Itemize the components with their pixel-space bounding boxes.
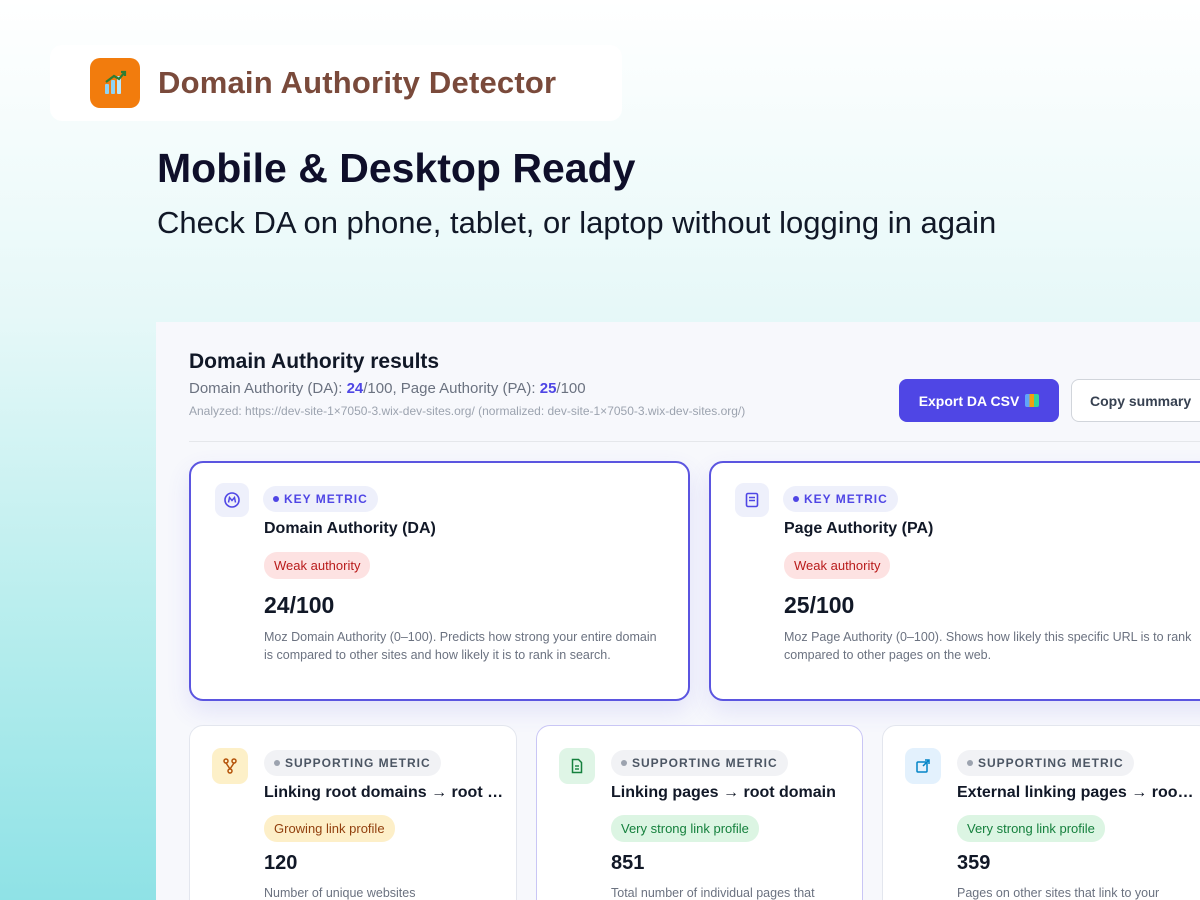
metric-description: Total number of individual pages that — [611, 886, 815, 900]
document-icon — [559, 748, 595, 784]
summary-pa-label: /100, Page Authority (PA): — [363, 380, 540, 397]
copy-summary-label: Copy summary — [1090, 392, 1192, 409]
export-csv-button[interactable]: Export DA CSV — [899, 379, 1059, 422]
metric-value: 851 — [611, 852, 645, 874]
metric-description: Moz Page Authority (0–100). Shows how li… — [784, 630, 1192, 662]
key-metric-tag-label: KEY METRIC — [284, 492, 368, 506]
hero-headline: Mobile & Desktop Ready — [157, 145, 636, 191]
summary-suffix: /100 — [556, 380, 586, 397]
results-summary: Domain Authority (DA): 24/100, Page Auth… — [189, 380, 586, 397]
key-card-title: Domain Authority (DA) — [264, 520, 436, 537]
supporting-metric-tag: SUPPORTING METRIC — [264, 750, 441, 776]
page-icon — [735, 483, 769, 517]
key-card-pa: KEY METRIC Page Authority (PA) Weak auth… — [709, 461, 1200, 701]
metric-description: Number of unique websites — [264, 886, 416, 900]
metric-value: 359 — [957, 852, 991, 874]
analyzed-url: Analyzed: https://dev-site-1×7050-3.wix-… — [189, 404, 746, 418]
support-card-title: External linking pages → root ... — [957, 784, 1197, 801]
support-card-linking-pages: SUPPORTING METRIC Linking pages → root d… — [536, 725, 863, 900]
results-panel: Domain Authority results Domain Authorit… — [156, 322, 1200, 900]
metric-value: 25/100 — [784, 592, 855, 618]
moz-icon — [215, 483, 249, 517]
hero-subhead: Check DA on phone, tablet, or laptop wit… — [157, 205, 997, 240]
support-card-linking-root-domains: SUPPORTING METRIC Linking root domains →… — [189, 725, 517, 900]
key-metric-tag: KEY METRIC — [783, 486, 898, 512]
branch-icon — [212, 748, 248, 784]
support-card-title: Linking pages → root domain — [611, 784, 836, 801]
status-badge: Weak authority — [784, 552, 891, 579]
copy-summary-button[interactable]: Copy summary — [1071, 379, 1200, 422]
brand-header: Domain Authority Detector — [50, 45, 622, 121]
metric-value: 24/100 — [264, 592, 335, 618]
status-badge: Very strong link profile — [611, 815, 759, 842]
status-badge: Very strong link profile — [957, 815, 1105, 842]
summary-da-label: Domain Authority (DA): — [189, 380, 347, 397]
supporting-metric-tag: SUPPORTING METRIC — [957, 750, 1134, 776]
summary-pa-value: 25 — [539, 380, 557, 397]
metric-value: 120 — [264, 852, 298, 874]
supporting-metric-tag-label: SUPPORTING METRIC — [978, 756, 1124, 770]
results-title: Domain Authority results — [189, 350, 440, 373]
metric-description: Moz Domain Authority (0–100). Predicts h… — [264, 630, 657, 662]
key-metric-tag: KEY METRIC — [263, 486, 378, 512]
support-card-title: Linking root domains → root d... — [264, 784, 504, 801]
export-csv-label: Export DA CSV — [918, 392, 1020, 409]
supporting-metric-tag-label: SUPPORTING METRIC — [632, 756, 778, 770]
brand-name: Domain Authority Detector — [158, 65, 557, 100]
key-card-da: KEY METRIC Domain Authority (DA) Weak au… — [189, 461, 690, 701]
key-metric-tag-label: KEY METRIC — [804, 492, 888, 506]
divider — [189, 441, 1200, 442]
status-badge: Growing link profile — [264, 815, 395, 842]
external-link-icon — [905, 748, 941, 784]
supporting-metric-tag: SUPPORTING METRIC — [611, 750, 788, 776]
summary-da-value: 24 — [346, 380, 364, 397]
status-badge: Weak authority — [264, 552, 371, 579]
support-card-external-linking-pages: SUPPORTING METRIC External linking pages… — [882, 725, 1200, 900]
chart-growth-icon — [90, 58, 140, 108]
metric-description: Pages on other sites that link to your — [957, 886, 1160, 900]
bar-chart-icon — [1025, 394, 1040, 407]
supporting-metric-tag-label: SUPPORTING METRIC — [285, 756, 431, 770]
key-card-title: Page Authority (PA) — [784, 520, 934, 537]
